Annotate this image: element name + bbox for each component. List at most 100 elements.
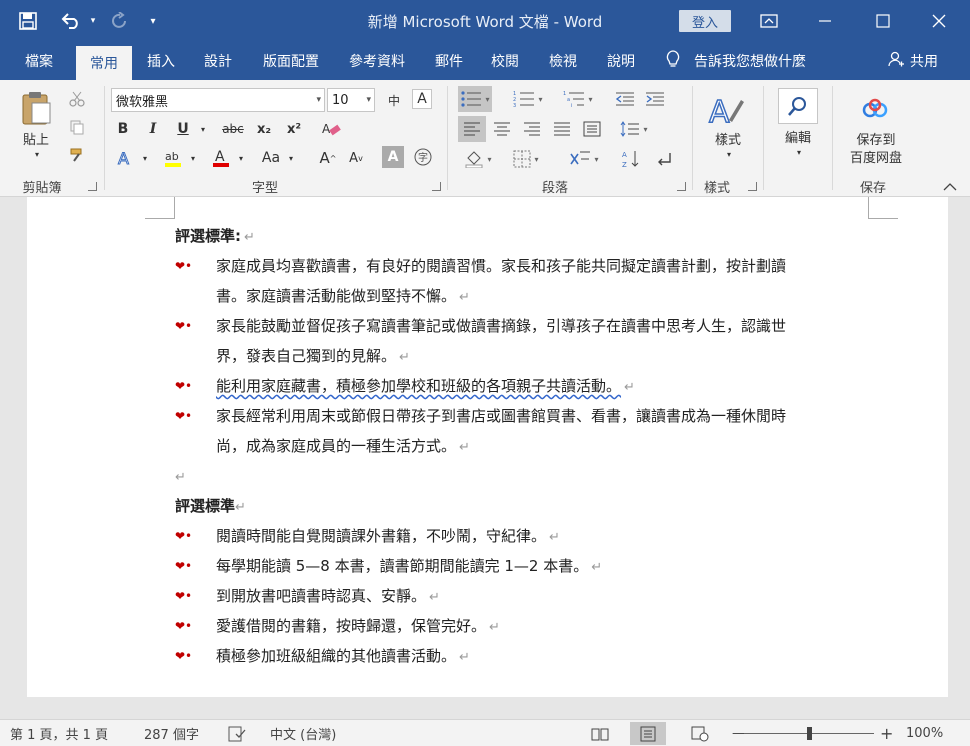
character-shading-button[interactable]: A [382,146,404,168]
styles-label[interactable]: 樣式 [700,132,756,149]
font-color-dropdown-icon[interactable]: ▾ [234,146,248,170]
page-info[interactable]: 第 1 頁，共 1 頁 [10,720,108,746]
font-size-combo[interactable]: 10 ▾ [327,88,375,112]
show-formatting-marks-icon[interactable] [652,146,678,172]
baidu-cloud-icon[interactable] [856,94,896,124]
strikethrough-button[interactable]: abc [218,118,248,140]
tell-me-box[interactable]: 告訴我您想做什麼 [666,42,806,80]
underline-dropdown-icon[interactable]: ▾ [196,118,210,140]
tab-view[interactable]: 檢視 [538,42,588,80]
asian-layout-icon[interactable]: ▾ [564,146,604,172]
paste-icon[interactable] [16,88,56,128]
underline-button[interactable]: U [172,118,194,140]
subscript-button[interactable]: x₂ [252,118,276,140]
tab-layout[interactable]: 版面配置 [252,42,330,80]
copy-icon[interactable] [66,116,88,138]
highlight-dropdown-icon[interactable]: ▾ [186,146,200,170]
bold-button[interactable]: B [112,118,134,140]
grow-font-button[interactable]: A ^ [316,146,340,170]
proofing-icon[interactable] [228,720,246,746]
shrink-font-button[interactable]: Av [344,146,368,170]
styles-dropdown-icon[interactable]: ▾ [722,150,736,159]
ribbon-display-icon[interactable] [752,0,786,42]
paste-label[interactable]: 貼上 [14,132,58,149]
sort-icon[interactable]: AZ [618,146,644,172]
align-right-icon[interactable] [518,116,546,142]
word-count[interactable]: 287 個字 [144,720,199,746]
save-baidu-label-line2[interactable]: 百度网盘 [838,150,914,167]
zoom-level[interactable]: 100% [906,720,943,746]
increase-indent-icon[interactable] [642,86,668,112]
maximize-icon[interactable] [866,0,900,42]
phonetic-guide-icon[interactable]: 中 [382,88,406,112]
clear-formatting-icon[interactable]: A [318,118,344,140]
tab-mailings[interactable]: 郵件 [424,42,474,80]
tab-insert[interactable]: 插入 [136,42,186,80]
font-color-icon[interactable]: A [208,146,234,170]
change-case-button[interactable]: Aa [258,146,284,170]
document-page[interactable]: 評選標準: ↵ ❤• 家庭成員均喜歡讀書，有良好的閱讀習慣。家長和孩子能共同擬定讀… [27,197,948,697]
ribbon: 貼上 ▾ 剪貼簿 微软雅黑 ▾ 10 ▾ 中 A B I U ▾ abc x₂ … [0,80,970,197]
customize-toolbar-icon[interactable]: ▾ [144,0,162,42]
line-spacing-icon[interactable]: ▾ [612,116,656,142]
font-launcher-icon[interactable] [432,182,441,191]
decrease-indent-icon[interactable] [612,86,638,112]
login-button[interactable]: 登入 [679,10,731,32]
bullets-icon[interactable]: ▾ [458,86,492,112]
tab-design[interactable]: 設計 [192,42,244,80]
format-painter-icon[interactable] [66,144,88,166]
tab-home[interactable]: 常用 [76,46,132,80]
tab-file[interactable]: 檔案 [10,42,68,80]
superscript-button[interactable]: x² [282,118,306,140]
shading-icon[interactable]: ▾ [458,146,498,172]
close-icon[interactable] [922,0,956,42]
editing-dropdown-icon[interactable]: ▾ [792,148,806,157]
tab-help[interactable]: 說明 [596,42,646,80]
styles-icon[interactable]: A [704,90,748,130]
redo-icon[interactable] [106,0,134,42]
text-effects-dropdown-icon[interactable]: ▾ [138,146,152,170]
enclose-characters-icon[interactable]: 字 [412,146,434,168]
paragraph-launcher-icon[interactable] [677,182,686,191]
list-item-text-line: 到開放書吧讀書時認真、安靜。 [216,587,427,605]
text-effects-icon[interactable]: A [112,146,138,170]
web-layout-icon[interactable] [682,722,718,745]
paragraph-mark: ↵ [459,650,470,665]
tab-review[interactable]: 校閱 [480,42,530,80]
zoom-in-button[interactable]: + [880,720,893,746]
tab-references[interactable]: 參考資料 [338,42,416,80]
svg-text:A: A [118,149,129,167]
language-indicator[interactable]: 中文 (台灣) [270,720,336,746]
multilevel-list-icon[interactable]: 1ai ▾ [558,86,598,112]
numbering-icon[interactable]: 123 ▾ [508,86,548,112]
distributed-icon[interactable] [578,116,606,142]
share-button[interactable]: 共用 [888,42,938,80]
justify-icon[interactable] [548,116,576,142]
zoom-slider-thumb[interactable] [806,727,812,740]
font-name-combo[interactable]: 微软雅黑 ▾ [111,88,325,112]
minimize-icon[interactable] [808,0,842,42]
svg-text:字: 字 [418,151,428,164]
change-case-dropdown-icon[interactable]: ▾ [284,146,298,170]
paste-dropdown-icon[interactable]: ▾ [30,150,44,159]
collapse-ribbon-icon[interactable] [940,180,960,194]
save-icon[interactable] [14,0,42,42]
styles-launcher-icon[interactable] [748,182,757,191]
editing-search-icon[interactable] [778,88,818,124]
borders-icon[interactable]: ▾ [506,146,546,172]
undo-icon[interactable] [56,0,86,42]
highlight-color-icon[interactable]: ab [160,146,186,170]
print-layout-icon[interactable] [630,722,666,745]
read-mode-icon[interactable] [582,722,618,745]
undo-dropdown-icon[interactable]: ▾ [86,0,100,42]
character-border-icon[interactable]: A [412,89,432,109]
list-item-text-line: 界，發表自己獨到的見解。 [216,347,397,365]
align-left-icon[interactable] [458,116,486,142]
editing-label[interactable]: 編輯 [772,130,824,147]
clipboard-launcher-icon[interactable] [88,182,97,191]
italic-button[interactable]: I [142,118,164,140]
heart-bullet-icon: ❤• [175,409,193,423]
cut-icon[interactable] [66,88,88,110]
save-baidu-label-line1[interactable]: 保存到 [838,132,914,149]
align-center-icon[interactable] [488,116,516,142]
